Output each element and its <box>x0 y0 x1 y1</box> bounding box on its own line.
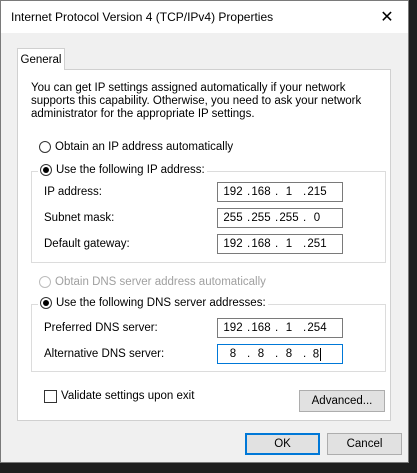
cancel-button[interactable]: Cancel <box>327 433 402 455</box>
obtain-dns-auto-radio-icon <box>39 276 51 288</box>
validate-label: Validate settings upon exit <box>61 390 195 402</box>
default-gateway-input[interactable]: 192. 168. 1. 251 <box>217 234 343 254</box>
obtain-ip-auto-radio[interactable]: Obtain an IP address automatically <box>39 141 233 153</box>
use-following-ip-radio-icon <box>40 164 52 176</box>
preferred-dns-input[interactable]: 192. 168. 1. 254 <box>217 318 343 338</box>
tab-general[interactable]: General <box>17 48 65 70</box>
close-icon[interactable]: ✕ <box>372 5 402 29</box>
octet: 1 <box>285 238 293 250</box>
octet: 8 <box>302 347 332 361</box>
use-following-ip-radio[interactable]: Use the following IP address: <box>38 164 207 176</box>
use-following-dns-label: Use the following DNS server addresses: <box>56 297 266 309</box>
obtain-dns-auto-radio[interactable]: Obtain DNS server address automatically <box>39 276 266 288</box>
octet: 192 <box>223 322 243 334</box>
preferred-dns-label: Preferred DNS server: <box>44 322 158 334</box>
description-text: You can get IP settings assigned automat… <box>31 82 362 120</box>
octet: 251 <box>307 238 327 250</box>
subnet-mask-input[interactable]: 255. 255. 255. 0 <box>217 208 343 228</box>
use-following-dns-radio-icon <box>40 297 52 309</box>
advanced-button-label: Advanced... <box>311 395 373 407</box>
alternative-dns-label: Alternative DNS server: <box>44 348 165 360</box>
ip-address-label: IP address: <box>44 186 102 198</box>
octet: 192 <box>223 186 243 198</box>
ok-button-label: OK <box>274 438 291 450</box>
octet: 254 <box>307 322 327 334</box>
octet: 168 <box>251 238 271 250</box>
octet: 0 <box>313 212 321 224</box>
ip-address-input[interactable]: 192. 168. 1. 215 <box>217 182 343 202</box>
title-bar: Internet Protocol Version 4 (TCP/IPv4) P… <box>1 1 408 33</box>
advanced-button[interactable]: Advanced... <box>299 390 385 412</box>
tab-general-label: General <box>20 53 62 66</box>
default-gateway-label: Default gateway: <box>44 238 130 250</box>
validate-checkbox[interactable] <box>44 390 57 403</box>
octet: 168 <box>251 186 271 198</box>
octet: 215 <box>307 186 327 198</box>
octet: 192 <box>223 238 243 250</box>
text-caret <box>320 347 322 361</box>
octet: 8 <box>229 348 237 360</box>
use-following-dns-radio[interactable]: Use the following DNS server addresses: <box>38 297 268 309</box>
octet: 8 <box>257 348 265 360</box>
obtain-dns-auto-label: Obtain DNS server address automatically <box>55 276 266 288</box>
octet: 1 <box>285 186 293 198</box>
octet: 1 <box>285 322 293 334</box>
subnet-mask-label: Subnet mask: <box>44 212 115 224</box>
cancel-button-label: Cancel <box>346 438 383 450</box>
alternative-dns-input[interactable]: 8. 8. 8. 8 <box>217 344 343 364</box>
ok-button[interactable]: OK <box>245 433 320 455</box>
octet: 8 <box>285 348 293 360</box>
octet: 255 <box>279 212 299 224</box>
octet: 255 <box>251 212 271 224</box>
obtain-ip-auto-radio-icon <box>39 141 51 153</box>
octet-value: 8 <box>312 348 320 361</box>
octet: 255 <box>223 212 243 224</box>
use-following-ip-label: Use the following IP address: <box>56 164 205 176</box>
octet: 168 <box>251 322 271 334</box>
obtain-ip-auto-label: Obtain an IP address automatically <box>55 141 234 153</box>
window-title: Internet Protocol Version 4 (TCP/IPv4) P… <box>11 10 274 24</box>
dialog-window: Internet Protocol Version 4 (TCP/IPv4) P… <box>0 0 409 463</box>
